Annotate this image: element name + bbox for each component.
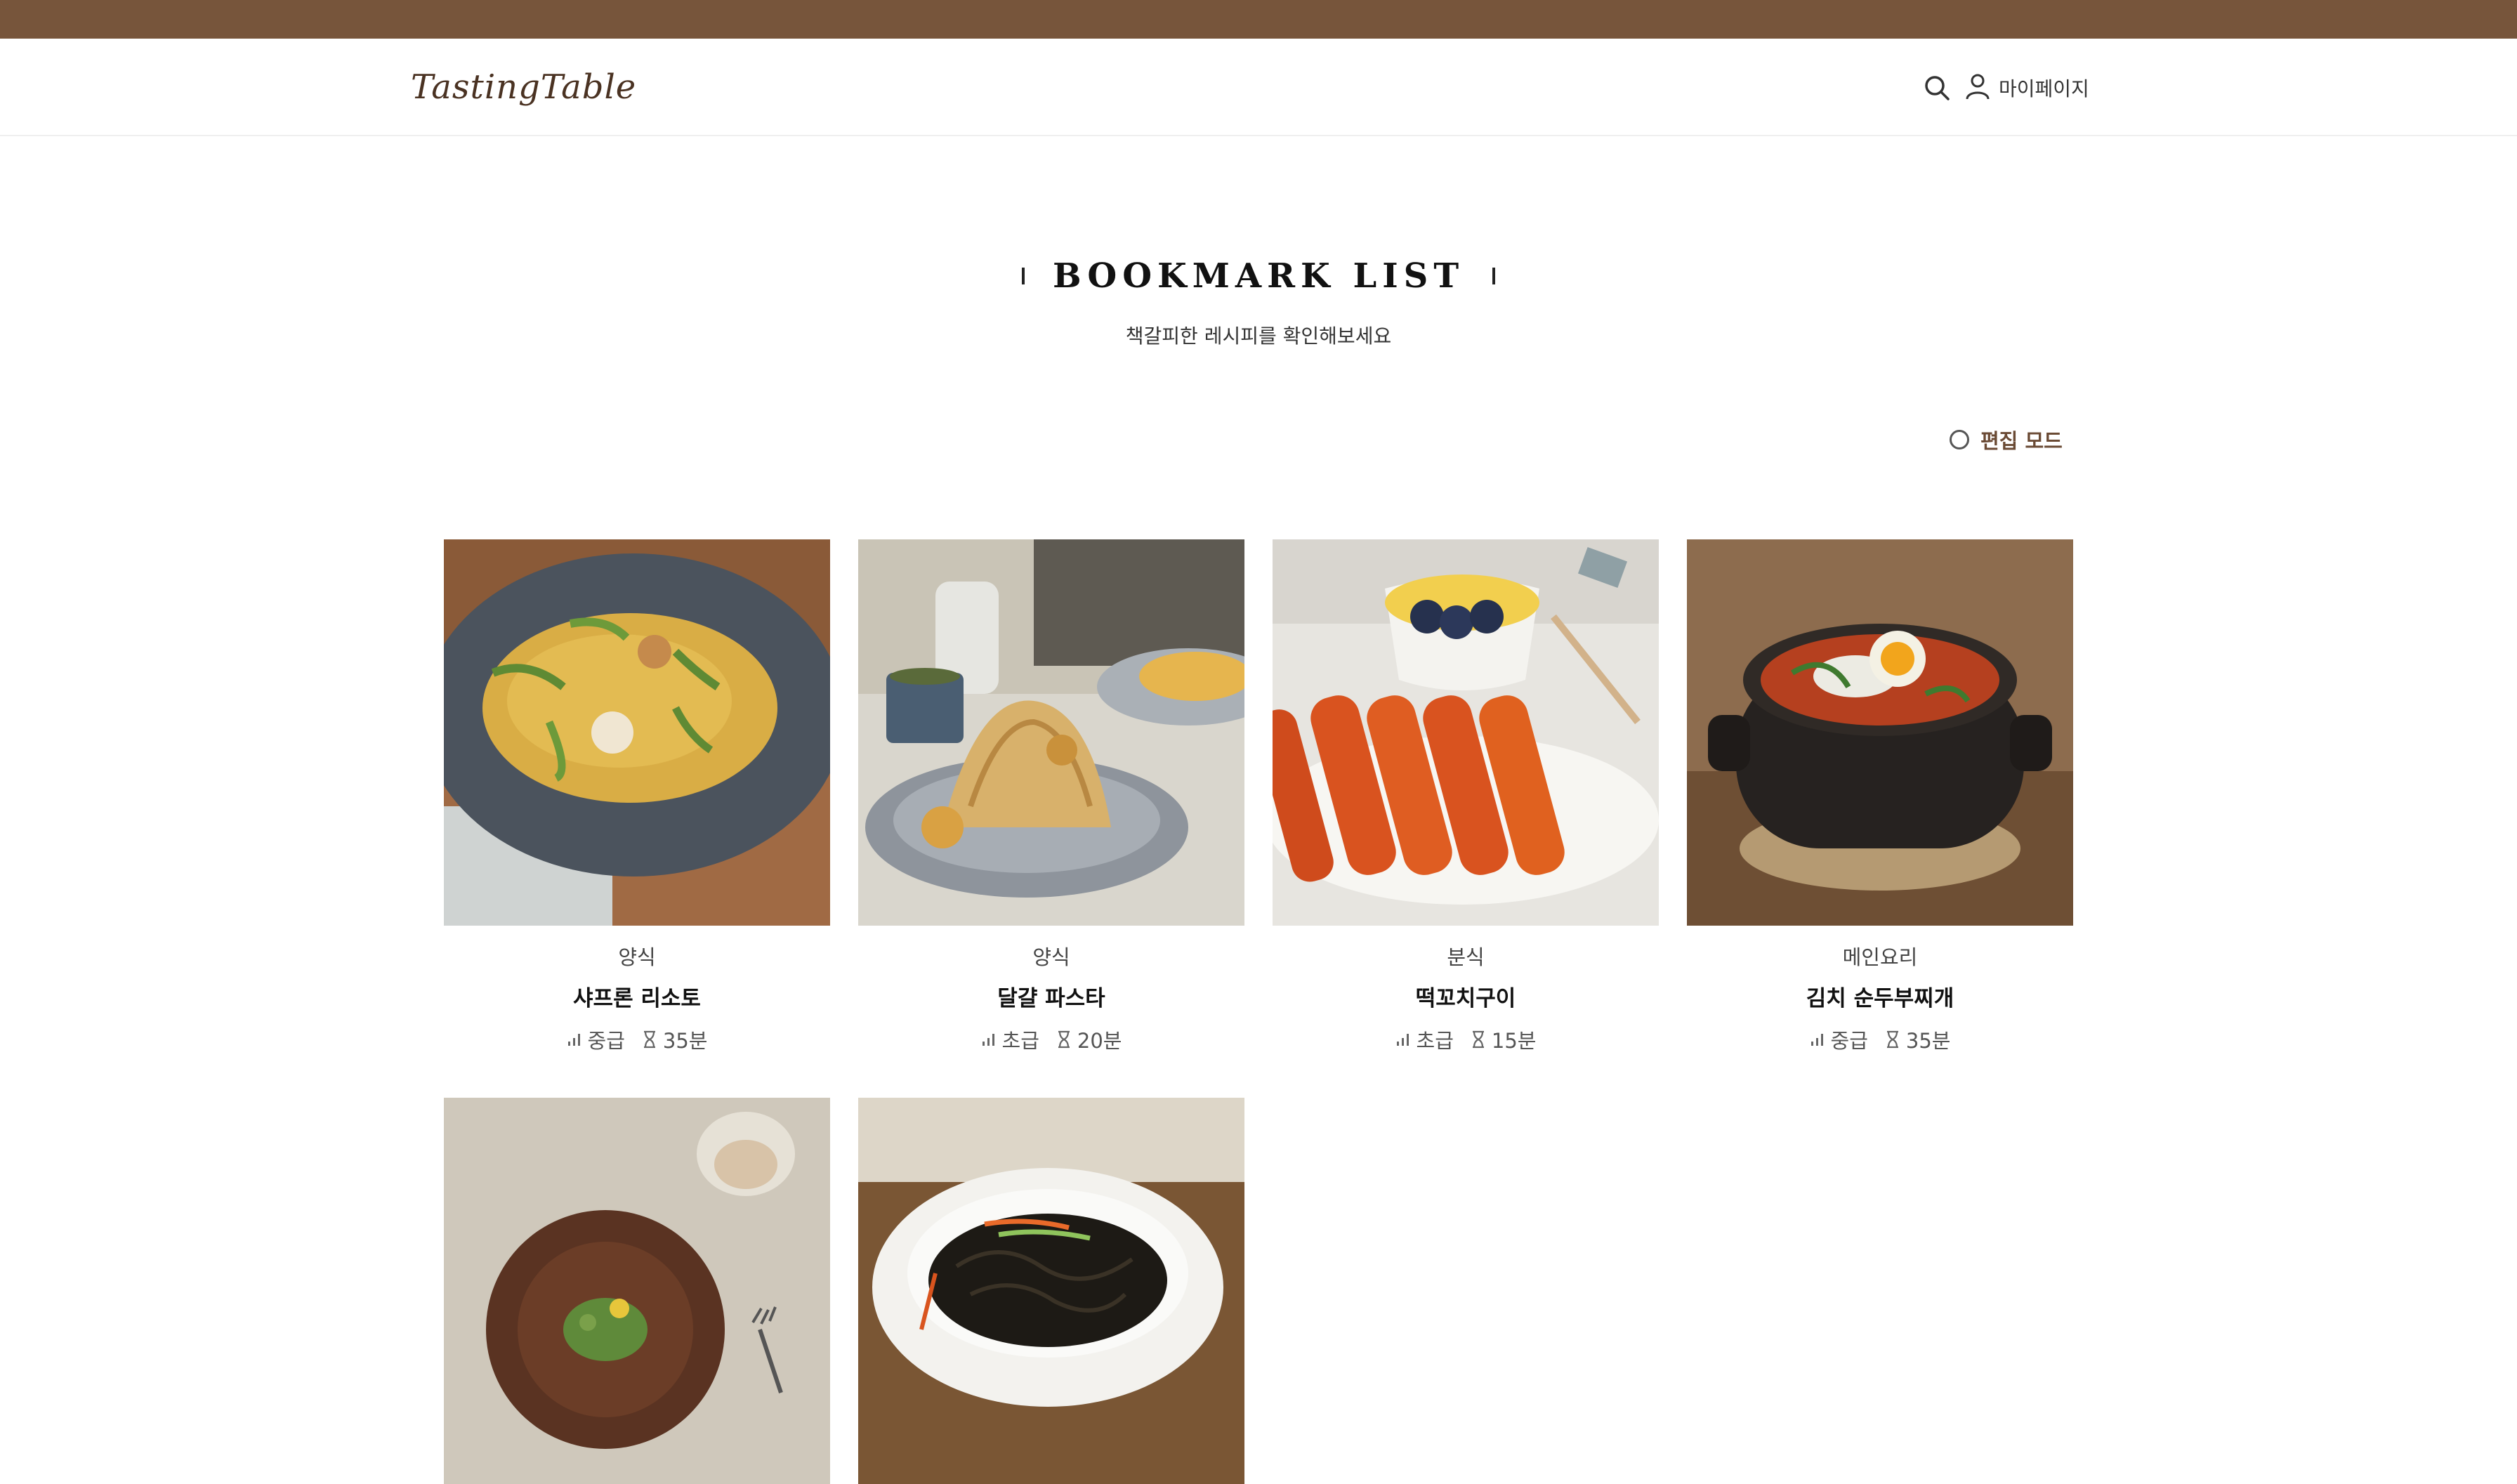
- level-icon: [567, 1034, 580, 1046]
- recipe-image[interactable]: [444, 539, 830, 926]
- recipe-level: 중급: [1830, 1029, 1868, 1053]
- user-icon: [1965, 72, 1990, 103]
- level-icon: [1396, 1034, 1409, 1046]
- recipe-image[interactable]: [858, 539, 1244, 926]
- hourglass-icon: [1886, 1030, 1898, 1049]
- recipe-meta: 중급 35분: [1687, 1025, 2073, 1054]
- recipe-image[interactable]: [1273, 539, 1659, 926]
- recipe-card[interactable]: 양식 샤프론 리소토 중급 35분: [444, 539, 830, 1054]
- recipe-name: 달걀 파스타: [997, 986, 1105, 1011]
- hourglass-icon: [643, 1030, 655, 1049]
- title-divider-left: [1021, 268, 1025, 284]
- recipe-meta: 중급 35분: [444, 1025, 830, 1054]
- recipe-category: 양식: [1032, 945, 1070, 969]
- header-actions: 마이페이지: [1917, 67, 2089, 109]
- recipe-category: 분식: [1447, 945, 1485, 969]
- hourglass-icon: [1058, 1030, 1070, 1049]
- radio-icon[interactable]: [1950, 430, 1969, 449]
- recipe-category: 양식: [618, 945, 656, 969]
- title-divider-right: [1492, 268, 1496, 284]
- top-bar: [0, 0, 2517, 39]
- recipe-image[interactable]: [1687, 539, 2073, 926]
- recipe-name: 떡꼬치구이: [1415, 986, 1516, 1011]
- recipe-image[interactable]: [444, 1098, 830, 1484]
- recipe-time: 35분: [1905, 1029, 1951, 1053]
- recipe-card[interactable]: 양식 달걀 파스타 초급 20분: [858, 539, 1244, 1054]
- recipe-name: 김치 순두부찌개: [1806, 986, 1954, 1011]
- recipe-level: 초급: [1001, 1029, 1039, 1053]
- mypage-link[interactable]: 마이페이지: [1965, 72, 2089, 103]
- recipe-meta: 초급 20분: [858, 1025, 1244, 1054]
- recipe-card[interactable]: [444, 1098, 830, 1484]
- recipe-level: 중급: [587, 1029, 625, 1053]
- site-header: TastingTable 마이페이지: [0, 39, 2517, 136]
- recipe-time: 20분: [1077, 1029, 1122, 1053]
- search-icon[interactable]: [1917, 68, 1957, 107]
- recipe-card[interactable]: [858, 1098, 1244, 1484]
- page-title: BOOKMARK LIST: [1052, 256, 1465, 296]
- level-icon: [1810, 1034, 1823, 1046]
- recipe-card[interactable]: 분식 떡꼬치구이 초급 15분: [1273, 539, 1659, 1054]
- recipe-level: 초급: [1416, 1029, 1454, 1053]
- recipe-category: 메인요리: [1842, 945, 1918, 969]
- recipe-meta: 초급 15분: [1273, 1025, 1659, 1054]
- logo[interactable]: TastingTable: [411, 63, 636, 112]
- recipe-time: 15분: [1491, 1029, 1537, 1053]
- bookmark-grid: 양식 샤프론 리소토 중급 35분 양식 달걀 파스타 초급 20분 분식 떡꼬…: [444, 539, 2075, 1484]
- recipe-time: 35분: [662, 1029, 708, 1053]
- edit-mode-label: 편집 모드: [1980, 429, 2063, 453]
- hourglass-icon: [1472, 1030, 1484, 1049]
- recipe-card[interactable]: 메인요리 김치 순두부찌개 중급 35분: [1687, 539, 2073, 1054]
- edit-mode-toggle[interactable]: 편집 모드: [1950, 425, 2063, 454]
- mypage-label: 마이페이지: [1999, 77, 2089, 100]
- recipe-name: 샤프론 리소토: [573, 986, 701, 1011]
- page-subtitle: 책갈피한 레시피를 확인해보세요: [1125, 324, 1392, 348]
- level-icon: [982, 1034, 994, 1046]
- recipe-image[interactable]: [858, 1098, 1244, 1484]
- page-heading: BOOKMARK LIST 책갈피한 레시피를 확인해보세요: [0, 249, 2517, 349]
